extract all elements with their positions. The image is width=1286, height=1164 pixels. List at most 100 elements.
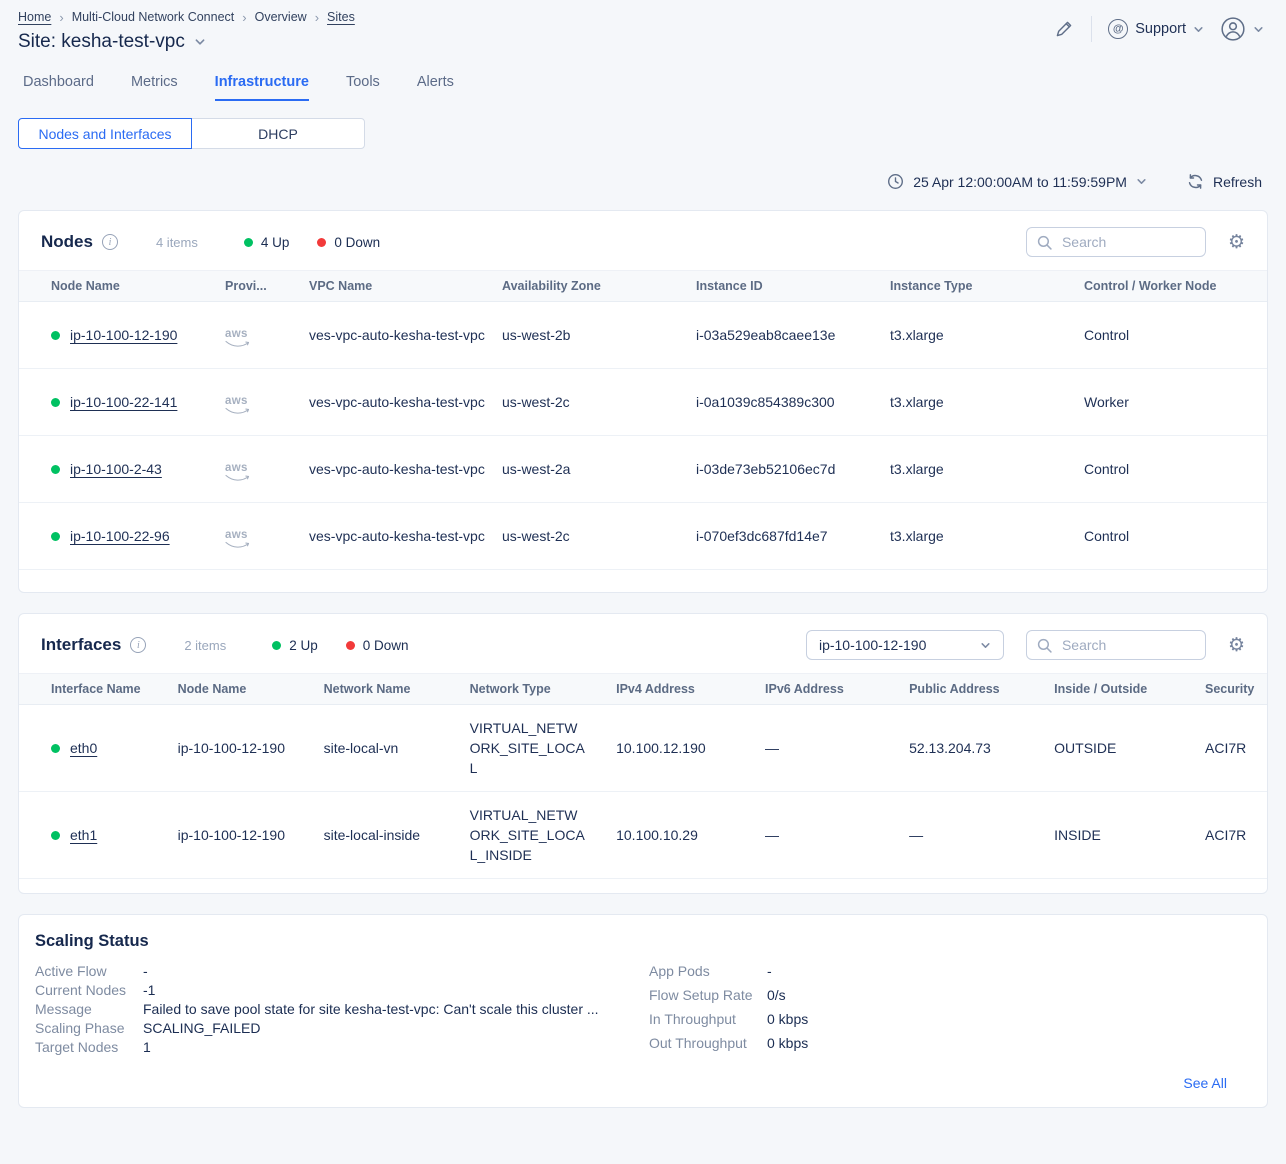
- breadcrumb-separator: ›: [315, 11, 319, 24]
- node-vpc-name: ves-vpc-auto-kesha-test-vpc: [309, 325, 502, 345]
- interface-name-link[interactable]: eth0: [70, 738, 97, 758]
- gear-icon[interactable]: ⚙: [1228, 636, 1245, 655]
- scaling-left-column: Active Flow- Current Nodes-1 MessageFail…: [35, 963, 649, 1059]
- see-all-link[interactable]: See All: [1183, 1075, 1227, 1091]
- interfaces-down-label: 0 Down: [363, 638, 409, 653]
- nodes-card: Nodes i 4 items 4 Up 0 Down ⚙ Node Name: [18, 210, 1268, 593]
- scaling-label: Target Nodes: [35, 1039, 143, 1055]
- col-ipv4-address: IPv4 Address: [616, 682, 765, 696]
- time-range-selector[interactable]: 25 Apr 12:00:00AM to 11:59:59PM: [887, 173, 1147, 190]
- node-az: us-west-2a: [502, 459, 696, 479]
- interfaces-items-count: 2 items: [184, 638, 226, 653]
- chevron-down-icon: [1193, 24, 1204, 35]
- interfaces-table-header: Interface Name Node Name Network Name Ne…: [19, 673, 1267, 705]
- tab-metrics[interactable]: Metrics: [131, 74, 178, 101]
- tab-tools[interactable]: Tools: [346, 74, 380, 101]
- node-instance-type: t3.xlarge: [890, 392, 1084, 412]
- subtab-dhcp[interactable]: DHCP: [191, 118, 365, 149]
- time-toolbar: 25 Apr 12:00:00AM to 11:59:59PM Refresh: [0, 173, 1286, 190]
- interface-ipv6: —: [765, 738, 909, 758]
- scaling-label: Current Nodes: [35, 982, 143, 998]
- interface-network-type: VIRTUAL_NETWORK_SITE_LOCAL: [470, 718, 616, 778]
- scaling-status-card: Scaling Status Active Flow- Current Node…: [18, 914, 1268, 1108]
- subtab-nodes-and-interfaces[interactable]: Nodes and Interfaces: [18, 118, 192, 149]
- node-instance-type: t3.xlarge: [890, 526, 1084, 546]
- node-role: Worker: [1084, 392, 1235, 412]
- node-instance-id: i-03de73eb52106ec7d: [696, 459, 890, 479]
- search-icon: [1037, 235, 1052, 250]
- account-menu-button[interactable]: [1220, 16, 1264, 42]
- node-status-dot: [51, 398, 60, 407]
- nodes-search-input[interactable]: [1060, 233, 1190, 251]
- scaling-value: Failed to save pool state for site kesha…: [143, 1001, 599, 1017]
- scaling-right-column: App Pods- Flow Setup Rate0/s In Throughp…: [649, 963, 1245, 1059]
- interfaces-up-label: 2 Up: [289, 638, 318, 653]
- node-instance-type: t3.xlarge: [890, 325, 1084, 345]
- col-public-address: Public Address: [909, 682, 1054, 696]
- interface-public-address: 52.13.204.73: [909, 738, 1054, 758]
- tab-dashboard[interactable]: Dashboard: [23, 74, 94, 101]
- node-instance-type: t3.xlarge: [890, 459, 1084, 479]
- node-name-link[interactable]: ip-10-100-22-141: [70, 392, 177, 412]
- table-row: ip-10-100-22-141 aws ves-vpc-auto-kesha-…: [19, 369, 1267, 436]
- node-status-dot: [51, 331, 60, 340]
- nodes-controls: ⚙: [1026, 227, 1245, 257]
- interfaces-search-input[interactable]: [1060, 636, 1190, 654]
- scaling-status-title: Scaling Status: [19, 915, 1267, 951]
- search-icon: [1037, 638, 1052, 653]
- node-name-link[interactable]: ip-10-100-22-96: [70, 526, 170, 546]
- info-icon[interactable]: i: [102, 234, 118, 250]
- scaling-label: Message: [35, 1001, 143, 1017]
- interface-ipv4: 10.100.10.29: [616, 825, 765, 845]
- interface-security: ACI7R: [1205, 738, 1267, 758]
- node-instance-id: i-03a529eab8caee13e: [696, 325, 890, 345]
- top-bar: Home › Multi-Cloud Network Connect › Ove…: [0, 0, 1286, 53]
- node-status-dot: [51, 532, 60, 541]
- node-instance-id: i-070ef3dc687fd14e7: [696, 526, 890, 546]
- support-icon: @: [1108, 19, 1128, 39]
- table-row: ip-10-100-12-190 aws ves-vpc-auto-kesha-…: [19, 302, 1267, 369]
- scaling-value: 0 kbps: [767, 1011, 808, 1027]
- tab-alerts[interactable]: Alerts: [417, 74, 454, 101]
- chevron-down-icon: [980, 640, 991, 651]
- pen-icon: [1053, 18, 1075, 40]
- scaling-label: Scaling Phase: [35, 1020, 143, 1036]
- aws-provider-icon: aws: [225, 396, 251, 416]
- col-node-name: Node Name: [51, 279, 225, 293]
- tab-infrastructure[interactable]: Infrastructure: [215, 74, 309, 101]
- interface-side: OUTSIDE: [1054, 738, 1205, 758]
- node-role: Control: [1084, 526, 1235, 546]
- interface-name-link[interactable]: eth1: [70, 825, 97, 845]
- interface-node: ip-10-100-12-190: [178, 738, 324, 758]
- breadcrumb-multi-cloud-network-connect[interactable]: Multi-Cloud Network Connect: [72, 10, 235, 24]
- header-divider: [1091, 16, 1092, 42]
- node-name-link[interactable]: ip-10-100-12-190: [70, 325, 177, 345]
- gear-icon[interactable]: ⚙: [1228, 233, 1245, 252]
- edit-pen-button[interactable]: [1053, 18, 1075, 40]
- node-role: Control: [1084, 459, 1235, 479]
- node-role: Control: [1084, 325, 1235, 345]
- scaling-value: SCALING_FAILED: [143, 1020, 261, 1036]
- interfaces-card-header: Interfaces i 2 items 2 Up 0 Down ip-10-1…: [19, 614, 1267, 673]
- avatar-icon: [1220, 16, 1246, 42]
- interface-security: ACI7R: [1205, 825, 1267, 845]
- up-status-dot: [272, 641, 281, 650]
- node-name-link[interactable]: ip-10-100-2-43: [70, 459, 162, 479]
- breadcrumb-sites[interactable]: Sites: [327, 10, 355, 24]
- see-all-row: See All: [19, 1059, 1267, 1107]
- nodes-down-label: 0 Down: [334, 235, 380, 250]
- nodes-down-status: 0 Down: [317, 235, 380, 250]
- top-actions: @ Support: [1053, 16, 1264, 42]
- node-selector-value: ip-10-100-12-190: [819, 637, 926, 653]
- support-label: Support: [1135, 21, 1186, 37]
- interfaces-title: Interfaces: [41, 635, 121, 655]
- breadcrumb-home[interactable]: Home: [18, 10, 51, 24]
- scaling-value: 0/s: [767, 987, 786, 1003]
- refresh-button[interactable]: Refresh: [1187, 173, 1262, 190]
- node-selector-dropdown[interactable]: ip-10-100-12-190: [806, 630, 1004, 660]
- breadcrumb-overview[interactable]: Overview: [255, 10, 307, 24]
- support-menu-button[interactable]: @ Support: [1108, 19, 1204, 39]
- info-icon[interactable]: i: [130, 637, 146, 653]
- nodes-up-status: 4 Up: [244, 235, 290, 250]
- scaling-value: -1: [143, 982, 155, 998]
